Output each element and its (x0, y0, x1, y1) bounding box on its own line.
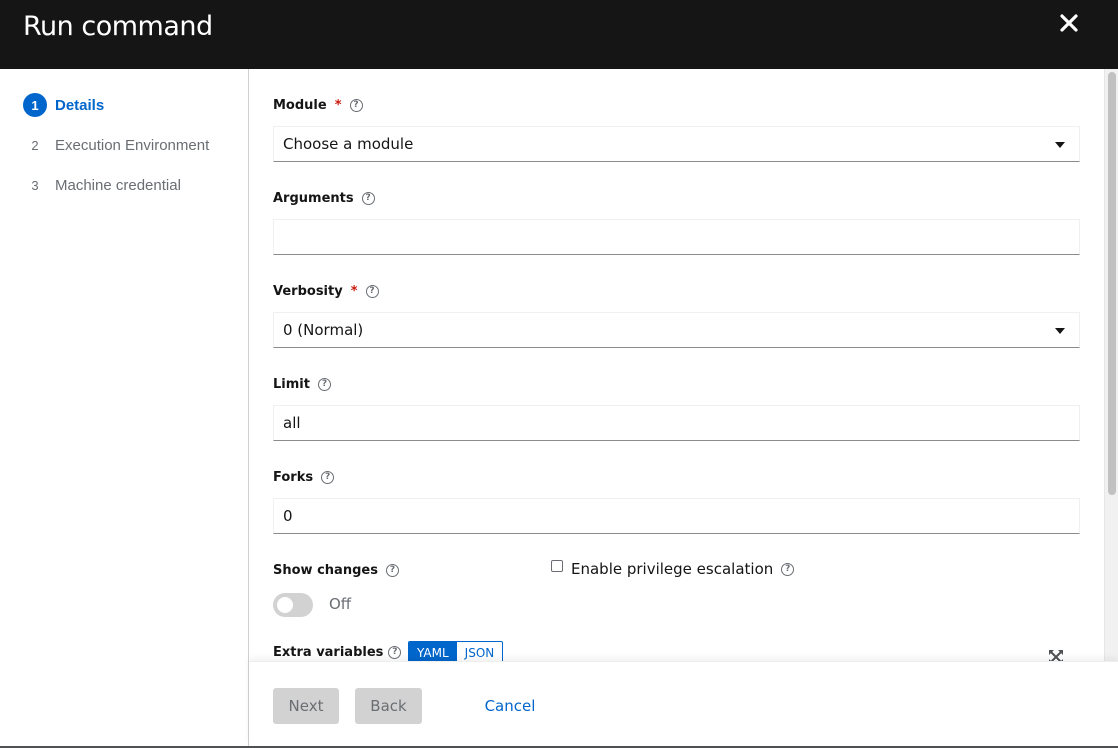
help-icon[interactable]: ? (361, 192, 375, 205)
help-icon[interactable]: ? (349, 99, 363, 112)
module-select-value: Choose a module (283, 135, 414, 153)
show-changes-label-text: Show changes (273, 563, 378, 578)
step-number: 1 (23, 93, 47, 117)
limit-input-value: all (283, 414, 301, 432)
forks-input-value: 0 (283, 507, 293, 525)
show-changes-state: Off (329, 595, 352, 613)
verbosity-select[interactable]: 0 (Normal) (273, 312, 1080, 348)
step-label: Details (55, 96, 105, 114)
help-icon[interactable]: ? (385, 564, 399, 577)
help-icon[interactable]: ? (317, 378, 331, 391)
yaml-mode-button[interactable]: YAML (409, 642, 457, 661)
verbosity-label: Verbosity * ? (273, 284, 379, 299)
wizard-step-execution-environment[interactable]: 2 Execution Environment (23, 133, 209, 157)
run-command-modal: Run command 1 Details 2 Execution Enviro… (0, 0, 1118, 748)
show-changes-toggle[interactable] (273, 593, 313, 617)
arguments-input[interactable] (273, 219, 1080, 255)
caret-down-icon (1055, 142, 1065, 148)
help-icon[interactable]: ? (365, 285, 379, 298)
extra-variables-label-text: Extra variables (273, 645, 384, 660)
wizard-body: Module * ? Choose a module Arguments ? V… (249, 69, 1118, 661)
scrollbar-thumb[interactable] (1108, 72, 1116, 495)
wizard-nav: 1 Details 2 Execution Environment 3 Mach… (0, 69, 249, 746)
modal-header: Run command (0, 0, 1118, 69)
cancel-button[interactable]: Cancel (473, 688, 547, 724)
step-number: 2 (31, 137, 39, 153)
module-select[interactable]: Choose a module (273, 126, 1080, 162)
modal-title: Run command (23, 11, 213, 42)
privilege-escalation-label: Enable privilege escalation ? (571, 560, 795, 578)
help-icon[interactable]: ? (321, 471, 335, 484)
extra-variables-label: Extra variables ? (273, 645, 402, 660)
wizard-step-machine-credential[interactable]: 3 Machine credential (23, 173, 181, 197)
scrollbar[interactable] (1104, 69, 1118, 661)
step-label: Machine credential (55, 176, 181, 194)
privilege-escalation-checkbox[interactable] (551, 560, 563, 572)
wizard-footer: Next Back Cancel (249, 661, 1118, 746)
limit-label: Limit ? (273, 377, 331, 392)
extra-variables-mode-toggle: YAML JSON (408, 641, 504, 661)
limit-label-text: Limit (273, 377, 310, 392)
close-icon[interactable] (1058, 12, 1080, 34)
arguments-label-text: Arguments (273, 191, 354, 206)
caret-down-icon (1055, 328, 1065, 334)
privilege-escalation-label-text: Enable privilege escalation (571, 560, 774, 578)
module-label-text: Module (273, 98, 327, 113)
step-number: 3 (31, 177, 39, 193)
back-button[interactable]: Back (355, 688, 422, 724)
required-indicator: * (350, 284, 358, 299)
help-icon[interactable]: ? (388, 646, 402, 659)
forks-input[interactable]: 0 (273, 498, 1080, 534)
step-label: Execution Environment (55, 136, 210, 154)
expand-icon[interactable] (1048, 649, 1064, 661)
next-button[interactable]: Next (273, 688, 339, 724)
help-icon[interactable]: ? (781, 562, 795, 576)
show-changes-label: Show changes ? (273, 563, 399, 578)
forks-label-text: Forks (273, 470, 314, 485)
verbosity-label-text: Verbosity (273, 284, 343, 299)
verbosity-select-value: 0 (Normal) (283, 321, 364, 339)
json-mode-button[interactable]: JSON (457, 642, 503, 661)
arguments-label: Arguments ? (273, 191, 375, 206)
limit-input[interactable]: all (273, 405, 1080, 441)
forks-label: Forks ? (273, 470, 335, 485)
required-indicator: * (334, 98, 342, 113)
toggle-knob (277, 597, 293, 613)
wizard-step-details[interactable]: 1 Details (23, 93, 104, 117)
module-label: Module * ? (273, 98, 363, 113)
